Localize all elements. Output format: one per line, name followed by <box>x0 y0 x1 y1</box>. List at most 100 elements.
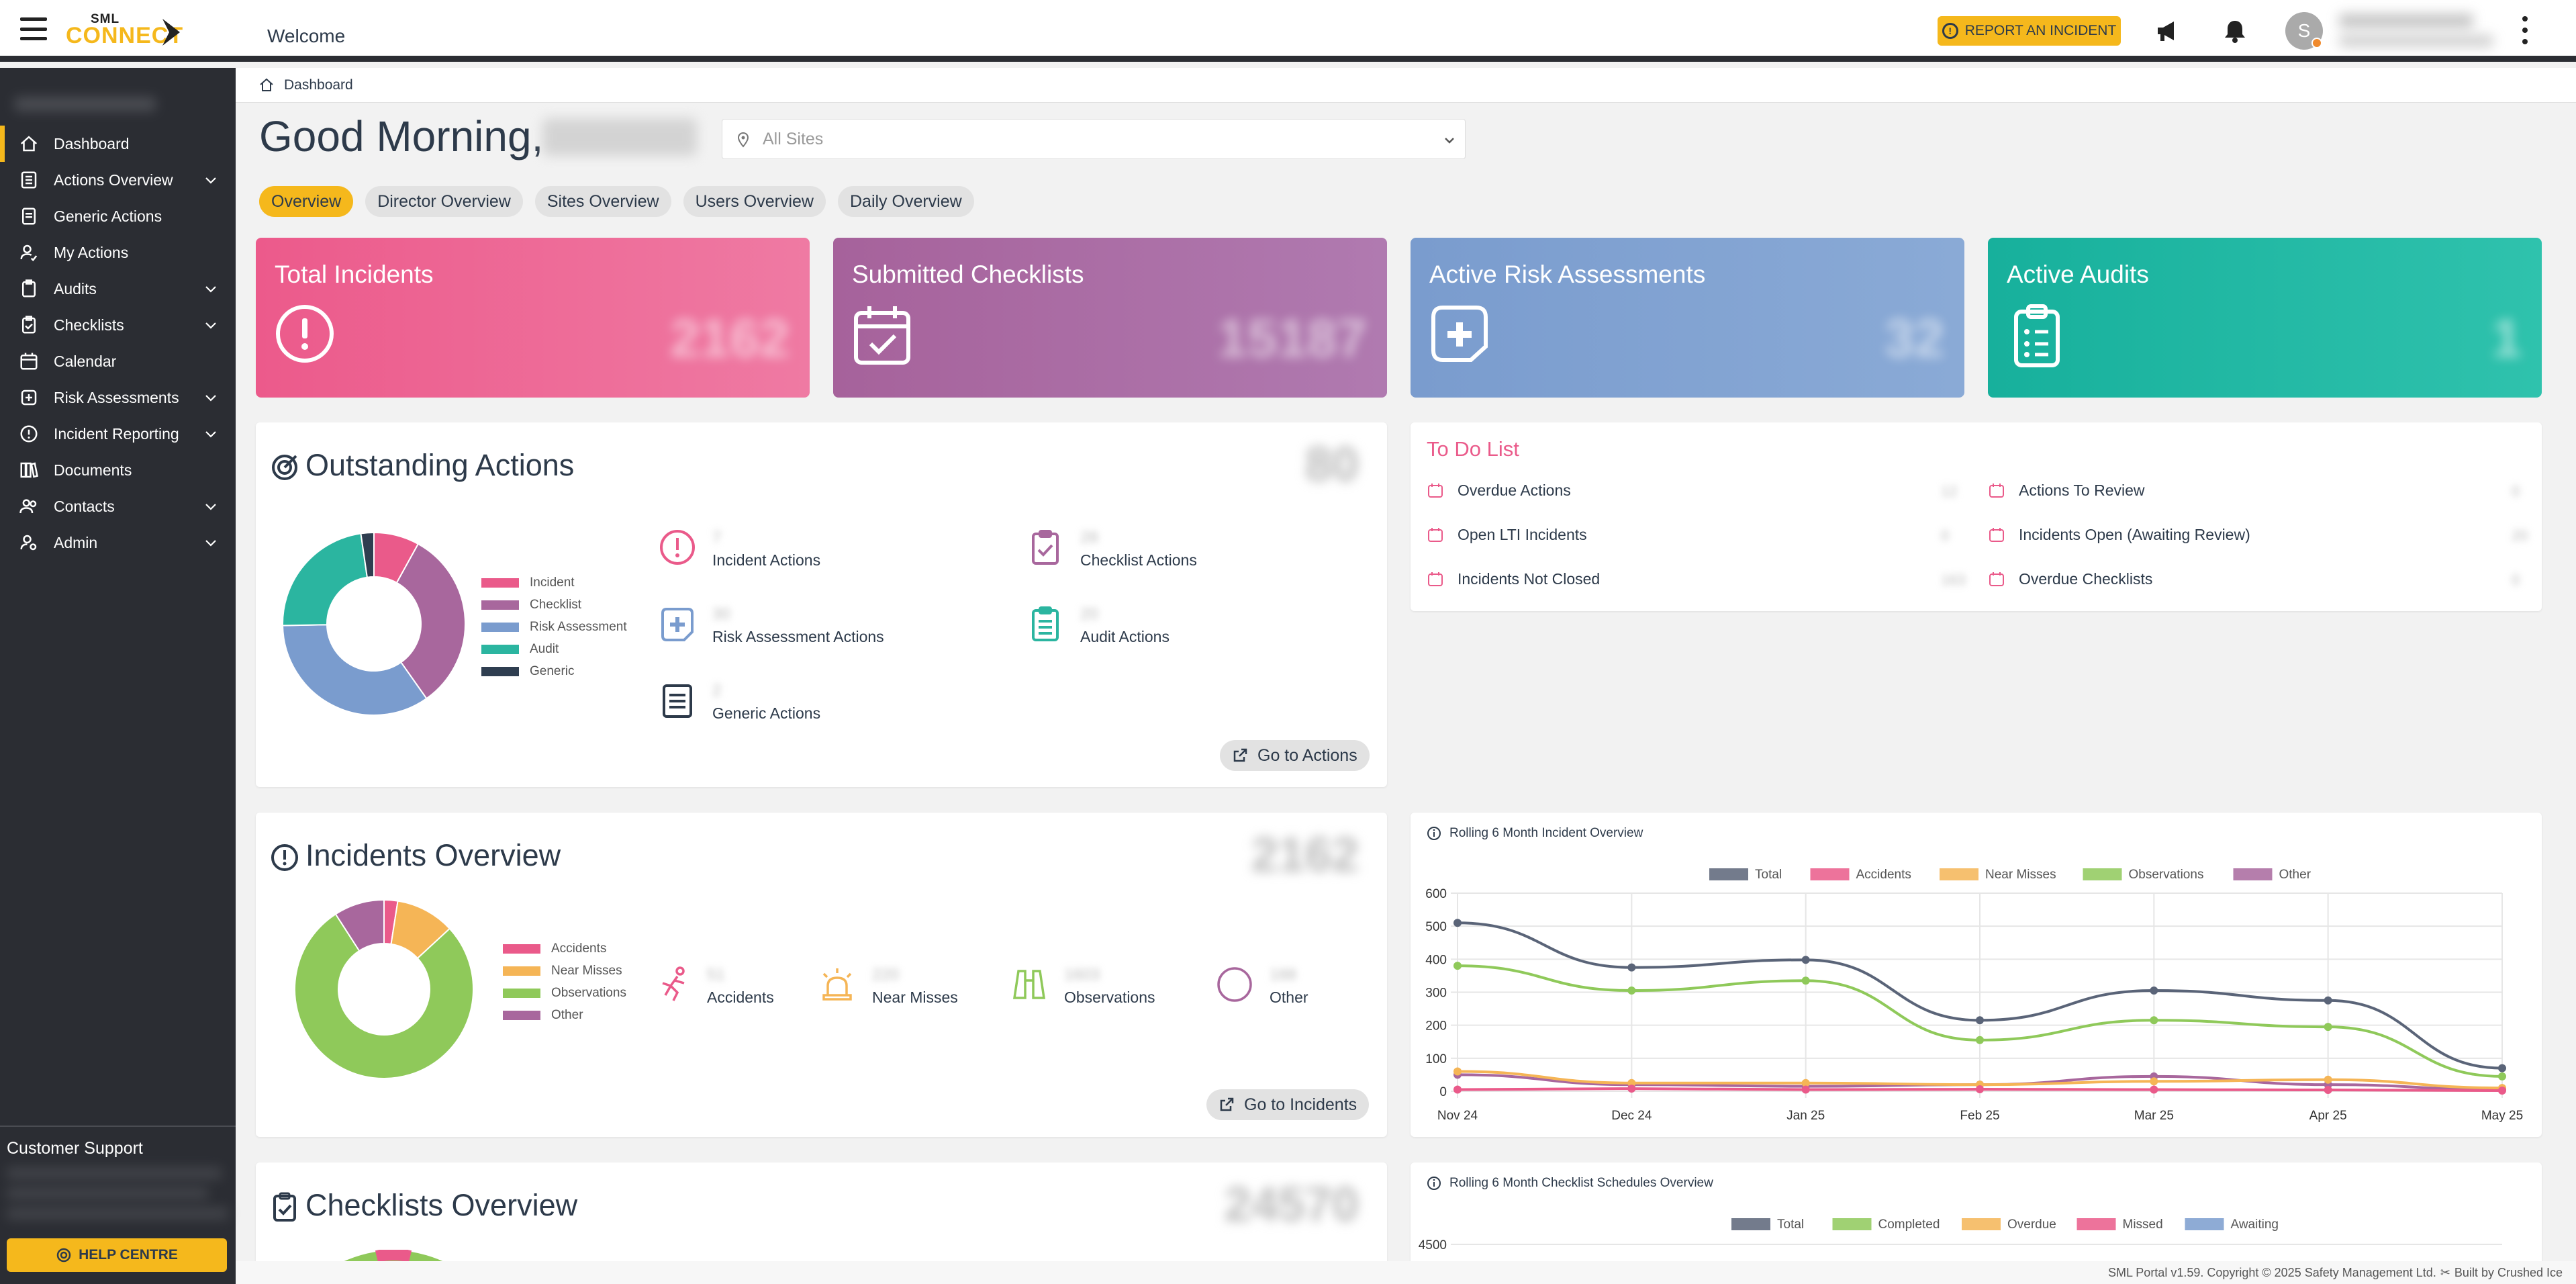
megaphone-icon[interactable] <box>2154 17 2181 44</box>
legend-item[interactable]: Risk Assessment <box>481 616 627 638</box>
stat-other[interactable]: 188 Other <box>1216 966 1308 1007</box>
stat-observations[interactable]: 1603 Observations <box>1010 966 1155 1007</box>
bell-icon[interactable] <box>2222 17 2248 44</box>
todo-item[interactable]: Overdue Checklists <box>1988 570 2152 588</box>
legend-swatch[interactable] <box>1962 1218 2001 1230</box>
stat-generic-actions[interactable]: 2 Generic Actions <box>659 682 820 723</box>
kpi-active-risk-assessments[interactable]: Active Risk Assessments 32 <box>1411 238 1964 398</box>
data-point[interactable] <box>2150 1077 2158 1086</box>
data-point[interactable] <box>1453 962 1462 970</box>
legend-item[interactable]: Observations <box>503 982 626 1004</box>
tab-overview[interactable]: Overview <box>259 186 354 217</box>
sidebar-item-dashboard[interactable]: Dashboard <box>0 126 236 162</box>
tab-director-overview[interactable]: Director Overview <box>365 186 523 217</box>
sidebar-item-checklists[interactable]: Checklists <box>0 307 236 343</box>
data-point[interactable] <box>1453 1067 1462 1076</box>
sidebar-item-actions-overview[interactable]: Actions Overview <box>0 162 236 198</box>
logo[interactable]: SML CONNECT <box>66 12 183 50</box>
sidebar-item-risk-assessments[interactable]: Risk Assessments <box>0 379 236 416</box>
legend-item[interactable]: Accidents <box>503 937 626 960</box>
legend-swatch[interactable] <box>2077 1218 2116 1230</box>
stat-checklist-actions[interactable]: 28 Checklist Actions <box>1027 529 1197 569</box>
todo-item[interactable]: Overdue Actions <box>1427 481 1571 500</box>
data-point[interactable] <box>2150 1016 2158 1025</box>
legend-item[interactable]: Audit <box>481 638 627 660</box>
breadcrumb-item-dashboard[interactable]: Dashboard <box>284 77 353 93</box>
footer-built-by[interactable]: Built by Crushed Ice <box>2454 1266 2563 1280</box>
data-point[interactable] <box>2324 1023 2332 1031</box>
stat-near-misses[interactable]: 220 Near Misses <box>818 966 958 1007</box>
report-incident-button[interactable]: ! REPORT AN INCIDENT <box>1938 16 2121 46</box>
legend-item[interactable]: Incident <box>481 571 627 594</box>
sidebar-item-admin[interactable]: Admin <box>0 524 236 561</box>
chevron-down-icon[interactable] <box>203 173 218 187</box>
data-point[interactable] <box>2498 1072 2506 1081</box>
chevron-down-icon[interactable] <box>203 281 218 296</box>
legend-swatch[interactable] <box>1709 868 1748 880</box>
data-point[interactable] <box>1627 987 1636 995</box>
stat-incident-actions[interactable]: 7 Incident Actions <box>659 529 820 569</box>
data-point[interactable] <box>1627 1085 1636 1093</box>
legend-swatch[interactable] <box>1810 868 1850 880</box>
legend-item[interactable]: Near Misses <box>503 960 626 982</box>
legend-swatch[interactable] <box>2185 1218 2224 1230</box>
donut-slice[interactable] <box>282 624 428 716</box>
kpi-active-audits[interactable]: Active Audits 1 <box>1988 238 2542 398</box>
legend-item[interactable]: Other <box>503 1004 626 1026</box>
tab-daily-overview[interactable]: Daily Overview <box>837 186 974 217</box>
chevron-down-icon[interactable] <box>203 535 218 550</box>
site-select[interactable]: All Sites <box>722 119 1466 159</box>
todo-item[interactable]: Incidents Not Closed <box>1427 570 1600 588</box>
sidebar-item-my-actions[interactable]: My Actions <box>0 234 236 271</box>
help-centre-button[interactable]: HELP CENTRE <box>7 1238 227 1272</box>
data-point[interactable] <box>1801 976 1810 985</box>
data-point[interactable] <box>2324 1075 2332 1084</box>
legend-swatch[interactable] <box>1832 1218 1872 1230</box>
go-to-incidents-button[interactable]: Go to Incidents <box>1206 1089 1370 1120</box>
sidebar-item-audits[interactable]: Audits <box>0 271 236 307</box>
todo-item[interactable]: Open LTI Incidents <box>1427 526 1587 544</box>
data-point[interactable] <box>2324 996 2332 1005</box>
data-point[interactable] <box>2324 1086 2332 1095</box>
data-point[interactable] <box>1976 1036 1984 1044</box>
legend-swatch[interactable] <box>1731 1218 1770 1230</box>
legend-item[interactable]: Checklist <box>481 594 627 616</box>
sidebar-item-incident-reporting[interactable]: Incident Reporting <box>0 416 236 452</box>
data-point[interactable] <box>1453 1085 1462 1094</box>
legend-swatch[interactable] <box>1940 868 1978 880</box>
stat-risk-assessment-actions[interactable]: 30 Risk Assessment Actions <box>659 605 884 646</box>
data-point[interactable] <box>1976 1085 1984 1094</box>
todo-item[interactable]: Actions To Review <box>1988 481 2145 500</box>
data-point[interactable] <box>1976 1016 1984 1025</box>
legend-swatch[interactable] <box>2083 868 2122 880</box>
more-options-icon[interactable] <box>2520 16 2530 44</box>
chevron-down-icon[interactable] <box>203 426 218 441</box>
sidebar-item-contacts[interactable]: Contacts <box>0 488 236 524</box>
data-point[interactable] <box>2150 1085 2158 1094</box>
chevron-down-icon[interactable] <box>203 390 218 405</box>
data-point[interactable] <box>2498 1064 2506 1072</box>
chevron-down-icon[interactable] <box>203 499 218 514</box>
sidebar-item-calendar[interactable]: Calendar <box>0 343 236 379</box>
home-icon[interactable] <box>258 77 275 93</box>
stat-audit-actions[interactable]: 20 Audit Actions <box>1027 605 1170 646</box>
data-point[interactable] <box>1453 919 1462 927</box>
stat-accidents[interactable]: 51 Accidents <box>657 966 774 1007</box>
legend-item[interactable]: Generic <box>481 660 627 682</box>
user-name[interactable] <box>2339 13 2473 28</box>
data-point[interactable] <box>2150 987 2158 995</box>
todo-item[interactable]: Incidents Open (Awaiting Review) <box>1988 526 2250 544</box>
data-point[interactable] <box>2498 1087 2506 1095</box>
kpi-submitted-checklists[interactable]: Submitted Checklists 15187 <box>833 238 1387 398</box>
data-point[interactable] <box>1801 1085 1810 1094</box>
kpi-total-incidents[interactable]: Total Incidents 2162 <box>256 238 810 398</box>
sidebar-item-generic-actions[interactable]: Generic Actions <box>0 198 236 234</box>
tab-users-overview[interactable]: Users Overview <box>683 186 826 217</box>
sidebar-item-documents[interactable]: Documents <box>0 452 236 488</box>
legend-swatch[interactable] <box>2233 868 2273 880</box>
data-point[interactable] <box>1627 963 1636 972</box>
chevron-down-icon[interactable] <box>203 318 218 332</box>
hamburger-menu-icon[interactable] <box>20 17 47 40</box>
go-to-actions-button[interactable]: Go to Actions <box>1220 740 1370 771</box>
donut-slice[interactable] <box>282 533 369 627</box>
